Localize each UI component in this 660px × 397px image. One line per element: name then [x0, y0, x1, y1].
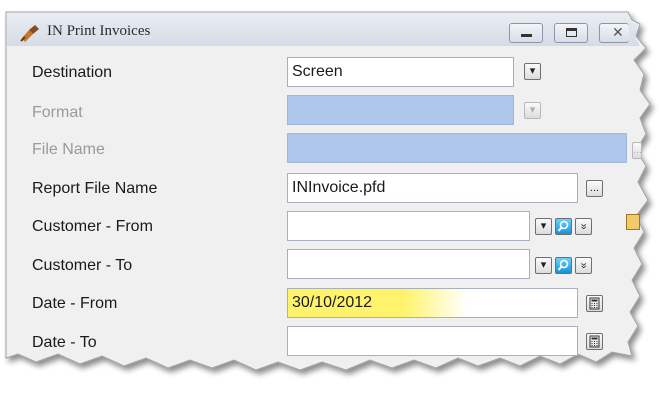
maximize-button[interactable] [554, 23, 588, 43]
chevron-down-icon: ▾ [540, 220, 547, 232]
report-file-name-label: Report File Name [32, 180, 158, 197]
date-from-label: Date - From [32, 295, 118, 312]
minimize-button[interactable] [509, 23, 543, 43]
destination-label: Destination [32, 64, 113, 81]
customer-to-label: Customer - To [32, 257, 133, 274]
report-file-name-field[interactable]: INInvoice.pfd [287, 173, 578, 203]
date-from-field[interactable]: 30/10/2012 [287, 288, 578, 318]
close-button[interactable]: ✕ [599, 23, 629, 43]
customer-to-field[interactable] [287, 249, 530, 279]
maximize-icon [566, 28, 577, 37]
customer-to-expand-button[interactable]: » [575, 257, 592, 274]
magnifier-icon [557, 259, 569, 271]
customer-from-expand-button[interactable]: » [575, 218, 592, 235]
format-select [287, 95, 514, 125]
chevron-down-icon: ▾ [529, 65, 536, 77]
note-icon[interactable] [626, 214, 640, 230]
date-to-label: Date - To [32, 334, 97, 351]
destination-dropdown-button[interactable]: ▾ [524, 63, 541, 80]
customer-from-lookup-button[interactable] [555, 218, 572, 235]
window-title: IN Print Invoices [47, 23, 151, 39]
report-file-browse-button[interactable]: ... [586, 180, 603, 197]
date-from-calendar-button[interactable] [586, 295, 603, 312]
date-to-field[interactable] [287, 326, 578, 356]
destination-select[interactable]: Screen [287, 57, 514, 87]
calculator-icon [589, 297, 600, 310]
customer-from-dropdown-button[interactable]: ▾ [535, 218, 552, 235]
format-dropdown-button: ▾ [524, 102, 541, 119]
close-icon: ✕ [612, 24, 624, 40]
ellipsis-icon: ... [589, 182, 600, 194]
customer-to-dropdown-button[interactable]: ▾ [535, 257, 552, 274]
chevron-down-icon: ▾ [529, 104, 536, 116]
minimize-icon [521, 34, 532, 37]
print-invoices-window: IN Print Invoices ✕ Destination Screen ▾… [0, 0, 660, 397]
date-to-calendar-button[interactable] [586, 333, 603, 350]
file-name-label: File Name [32, 141, 105, 158]
satellite-icon [20, 25, 39, 42]
format-label: Format [32, 104, 83, 121]
customer-to-lookup-button[interactable] [555, 257, 572, 274]
magnifier-icon [557, 220, 569, 232]
customer-from-label: Customer - From [32, 218, 153, 235]
file-name-browse-button: ... [632, 142, 642, 159]
calculator-icon [589, 335, 600, 348]
title-bar: IN Print Invoices ✕ [7, 13, 642, 51]
customer-from-field[interactable] [287, 211, 530, 241]
double-chevron-icon: » [578, 262, 590, 269]
double-chevron-icon: » [578, 223, 590, 230]
chevron-down-icon: ▾ [540, 259, 547, 271]
file-name-field [287, 133, 627, 163]
